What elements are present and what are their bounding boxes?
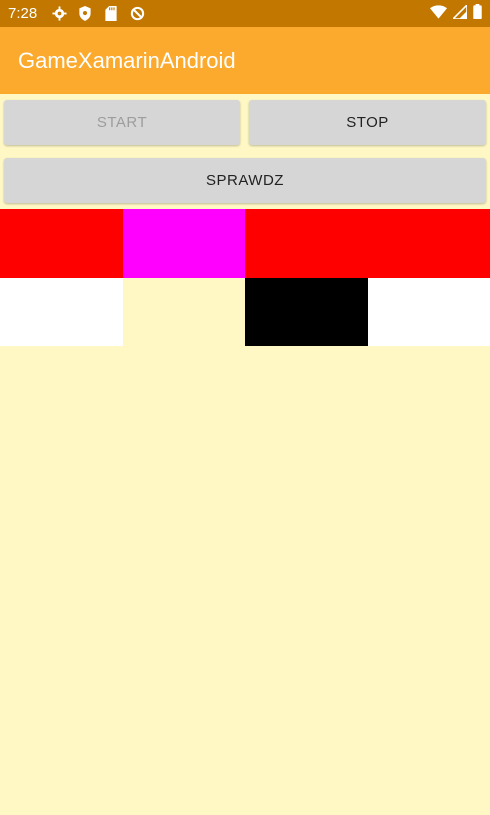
grid-cell[interactable] <box>245 277 368 346</box>
app-title: GameXamarinAndroid <box>18 47 236 73</box>
grid-cell[interactable] <box>245 209 368 278</box>
app-bar: GameXamarinAndroid <box>0 27 490 94</box>
check-button[interactable]: SPRAWDZ <box>4 158 486 203</box>
grid-cell[interactable] <box>0 209 123 278</box>
status-bar: 7:28 <box>0 0 490 27</box>
sync-blocked-icon <box>129 6 145 22</box>
sd-card-icon <box>103 6 119 22</box>
stop-button[interactable]: STOP <box>249 100 486 145</box>
status-time: 7:28 <box>8 5 38 22</box>
shield-icon <box>77 6 93 22</box>
wifi-icon <box>430 4 447 23</box>
grid-cell[interactable] <box>367 277 490 346</box>
start-button[interactable]: START <box>4 100 240 145</box>
grid-cell[interactable] <box>367 209 490 278</box>
color-grid <box>0 209 490 346</box>
battery-icon <box>473 4 482 23</box>
grid-cell[interactable] <box>122 209 245 278</box>
status-right-icons <box>430 3 482 23</box>
settings-icon <box>51 6 67 22</box>
grid-cell[interactable] <box>122 277 245 346</box>
grid-cell[interactable] <box>0 277 123 346</box>
signal-icon <box>451 3 468 23</box>
